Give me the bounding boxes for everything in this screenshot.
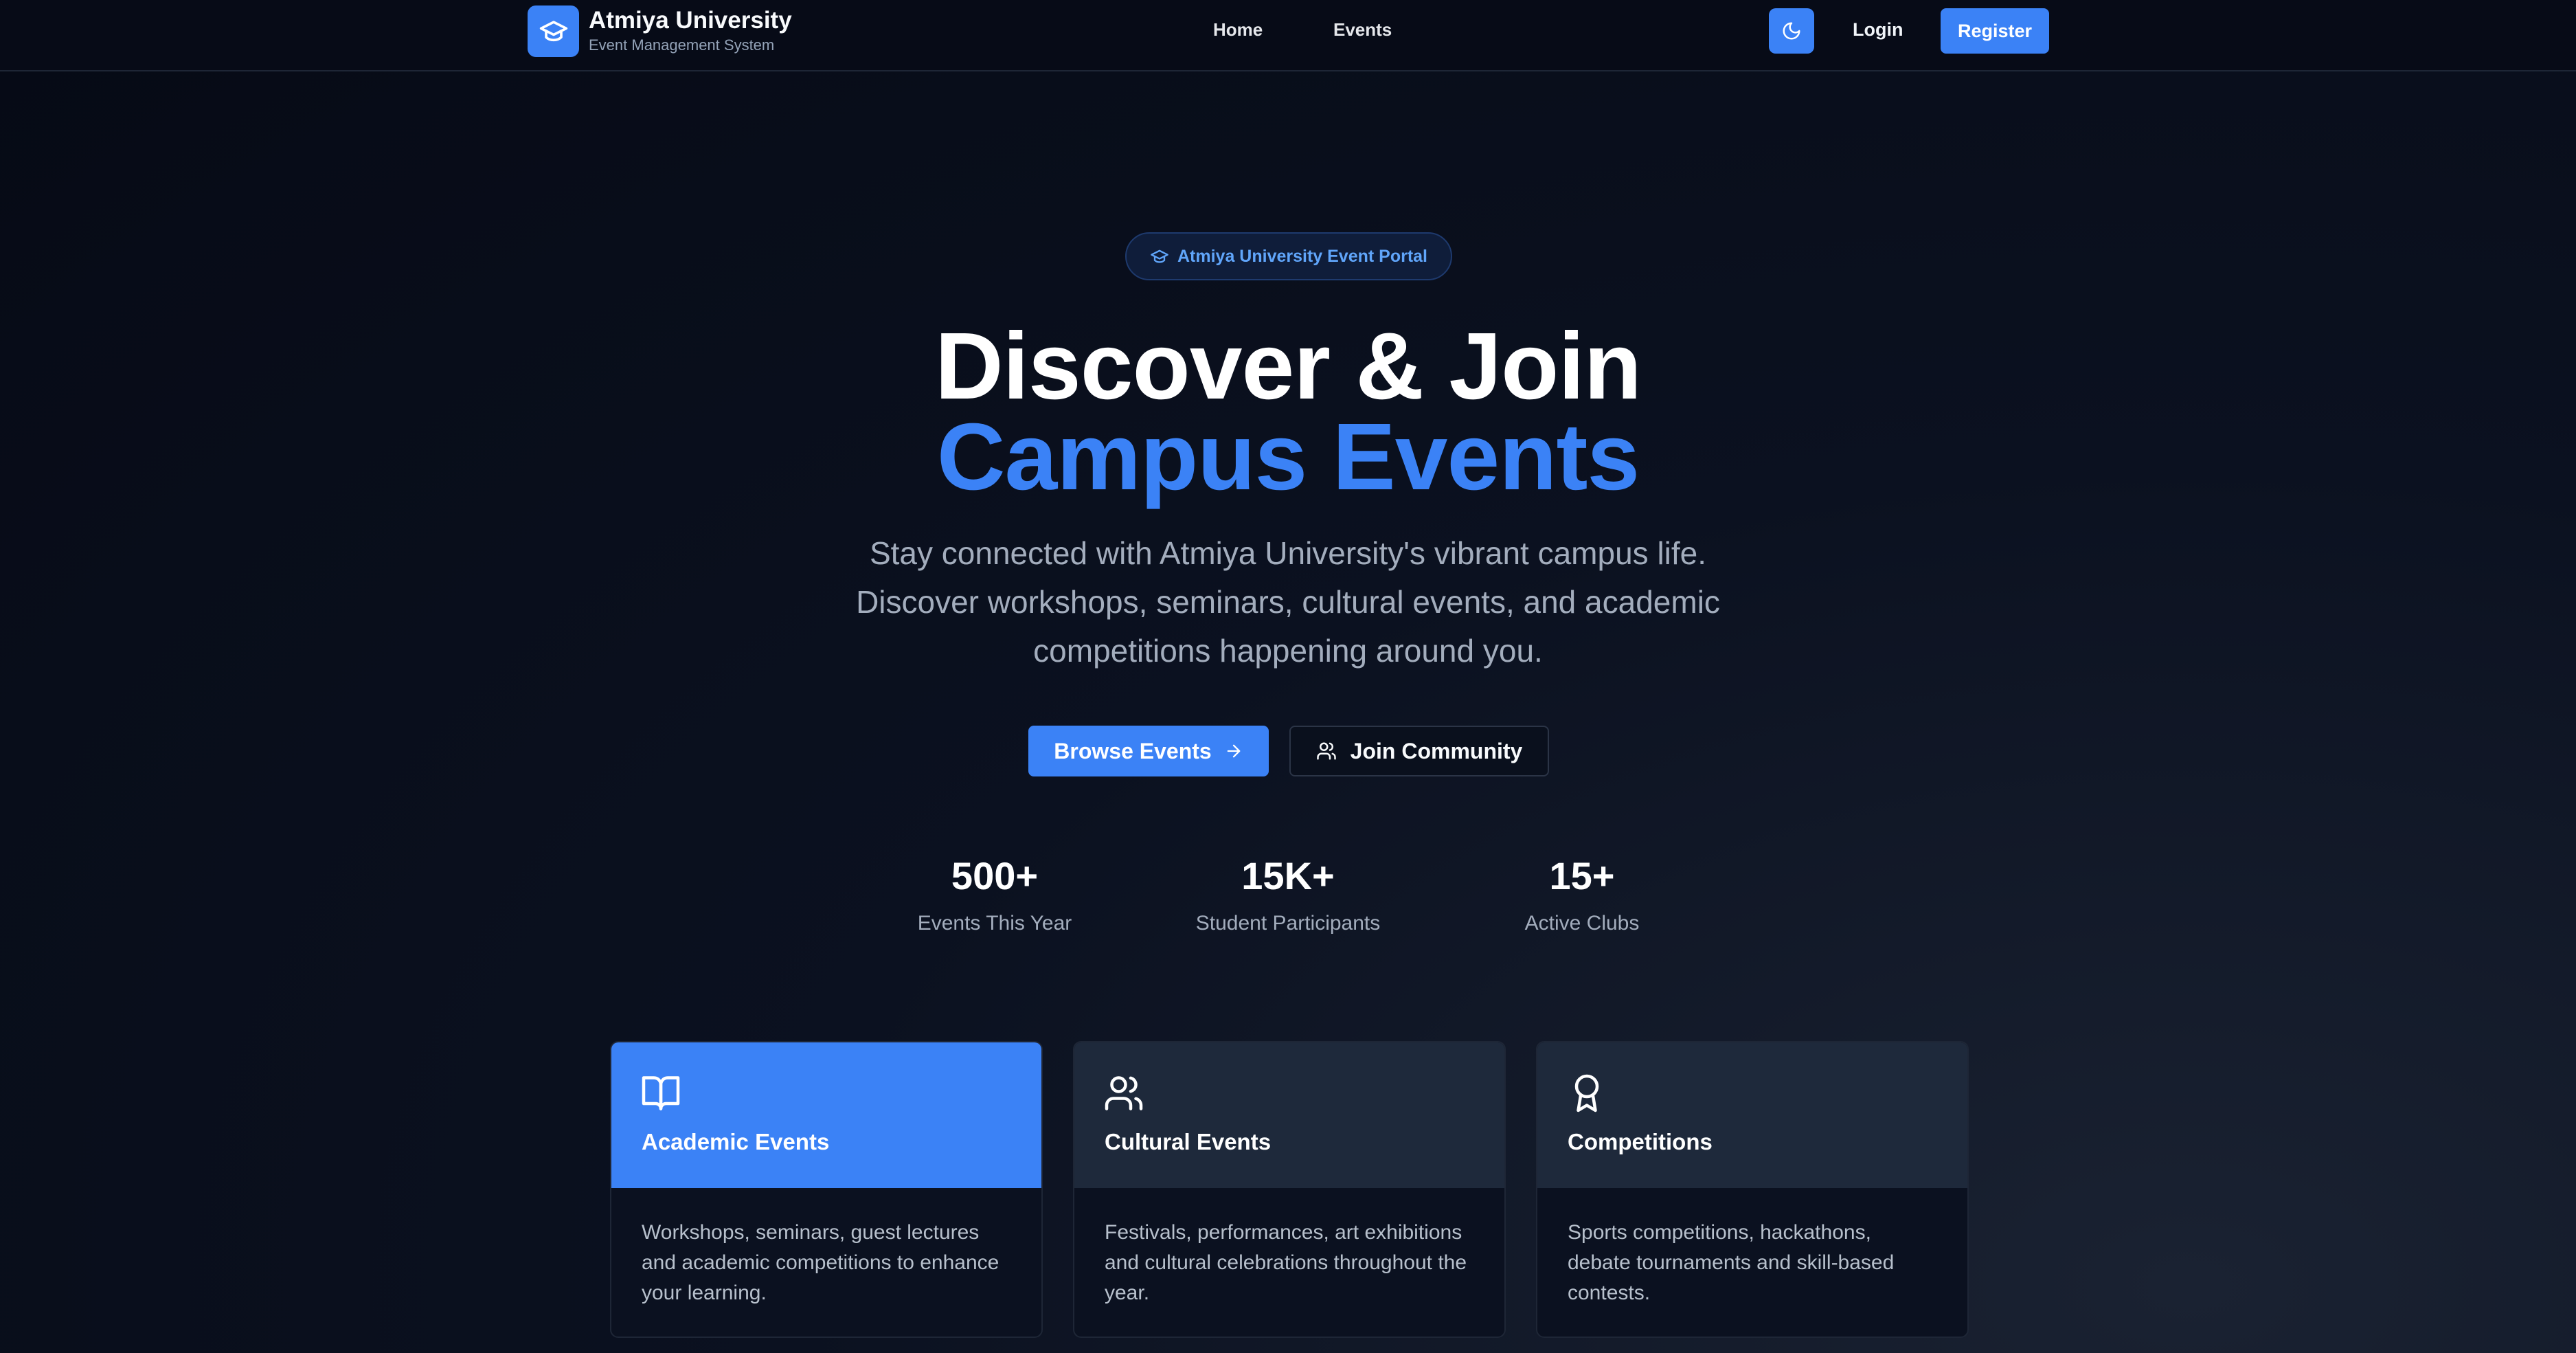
join-community-label: Join Community — [1350, 738, 1523, 763]
hero-subtitle: Stay connected with Atmiya University's … — [856, 535, 1720, 669]
moon-icon — [1783, 22, 1800, 40]
stat-clubs: 15+ Active Clubs — [1438, 852, 1726, 937]
category-card-cultural[interactable]: Cultural Events Festivals, performances,… — [1073, 1041, 1506, 1338]
stat-value: 500+ — [951, 854, 1039, 897]
graduation-cap-icon — [1151, 249, 1168, 263]
card-title: Academic Events — [642, 1129, 830, 1154]
register-button[interactable]: Register — [1941, 8, 2049, 54]
stat-events: 500+ Events This Year — [850, 852, 1139, 937]
book-open-icon — [642, 1076, 680, 1110]
join-community-button[interactable]: Join Community — [1289, 726, 1549, 776]
login-link[interactable]: Login — [1853, 18, 1903, 41]
hero-headline-line1: Discover & Join — [934, 313, 1642, 419]
card-header: Cultural Events — [1074, 1042, 1504, 1188]
portal-badge: Atmiya University Event Portal — [1125, 232, 1452, 280]
users-icon — [1316, 742, 1336, 760]
card-description: Festivals, performances, art exhibitions… — [1105, 1221, 1467, 1304]
stat-label: Events This Year — [917, 912, 1072, 935]
nav-link-home[interactable]: Home — [1213, 18, 1263, 41]
stat-value: 15+ — [1549, 854, 1615, 897]
card-description: Workshops, seminars, guest lectures and … — [642, 1221, 999, 1304]
browse-events-button[interactable]: Browse Events — [1028, 726, 1269, 776]
nav-link-events[interactable]: Events — [1333, 18, 1392, 41]
hero-headline-line2: Campus Events — [936, 404, 1640, 510]
card-title: Cultural Events — [1105, 1129, 1272, 1154]
stat-participants: 15K+ Student Participants — [1144, 852, 1432, 937]
brand[interactable]: Atmiya University Event Management Syste… — [528, 5, 792, 57]
theme-toggle-button[interactable] — [1769, 8, 1814, 54]
stat-value: 15K+ — [1241, 854, 1335, 897]
category-card-competitions[interactable]: Competitions Sports competitions, hackat… — [1536, 1041, 1969, 1338]
card-title: Competitions — [1568, 1129, 1713, 1154]
card-header: Competitions — [1537, 1042, 1967, 1188]
category-card-academic[interactable]: Academic Events Workshops, seminars, gue… — [610, 1041, 1043, 1338]
brand-title: Atmiya University — [589, 7, 792, 34]
arrow-right-icon — [1227, 744, 1241, 758]
graduation-cap-icon — [528, 5, 579, 57]
card-header: Academic Events — [611, 1042, 1041, 1188]
users-icon — [1105, 1076, 1143, 1110]
top-navbar: Atmiya University Event Management Syste… — [0, 0, 2576, 71]
stat-label: Active Clubs — [1524, 912, 1640, 935]
portal-badge-text: Atmiya University Event Portal — [1177, 246, 1427, 266]
browse-events-label: Browse Events — [1054, 738, 1212, 763]
award-icon — [1574, 1074, 1599, 1112]
card-description: Sports competitions, hackathons, debate … — [1568, 1221, 1895, 1304]
main-nav: Home Events — [1213, 18, 1392, 41]
brand-subtitle: Event Management System — [589, 36, 775, 54]
stat-label: Student Participants — [1195, 912, 1381, 935]
